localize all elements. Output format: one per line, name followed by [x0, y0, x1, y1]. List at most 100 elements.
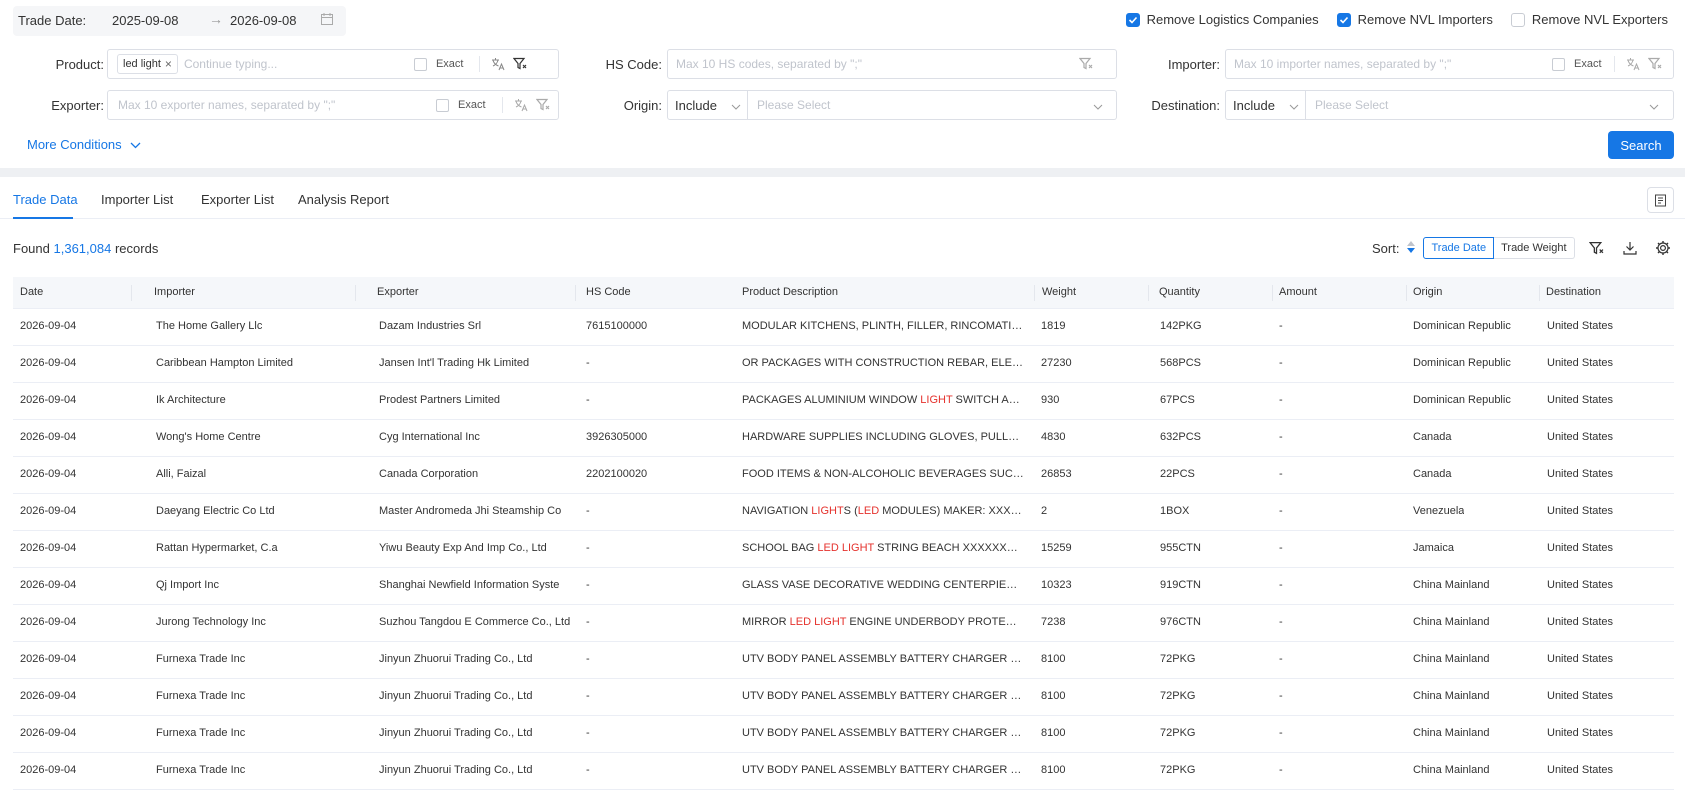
column-header-weight[interactable]: Weight — [1042, 286, 1076, 298]
remove-logistics-checkbox[interactable]: Remove Logistics Companies — [1125, 12, 1319, 27]
remove-nvl-importers-checkbox[interactable]: Remove NVL Importers — [1336, 12, 1493, 27]
cell-exporter[interactable]: Canada Corporation — [379, 468, 478, 480]
cell-importer[interactable]: Furnexa Trade Inc — [156, 690, 245, 702]
importer-input[interactable]: Max 10 importer names, separated by ";" — [1234, 57, 1552, 71]
column-header-destination[interactable]: Destination — [1546, 286, 1601, 298]
checkbox-unchecked-icon[interactable] — [413, 57, 427, 71]
translate-icon[interactable] — [1625, 56, 1641, 72]
bookmark-button[interactable] — [1647, 187, 1674, 213]
search-button[interactable]: Search — [1608, 131, 1674, 159]
cell-importer[interactable]: Furnexa Trade Inc — [156, 727, 245, 739]
trade-date-range[interactable]: Trade Date: 2025-09-08 → 2026-09-08 — [13, 6, 346, 36]
filter-settings-icon[interactable] — [1078, 56, 1094, 72]
product-input[interactable]: Continue typing... — [184, 57, 414, 71]
table-row[interactable]: 2026-09-04 Qj Import Inc Shanghai Newfield… — [13, 568, 1674, 605]
cell-destination: United States — [1547, 579, 1614, 591]
cell-importer[interactable]: Furnexa Trade Inc — [156, 653, 245, 665]
origin-mode-select[interactable]: Include — [667, 90, 748, 120]
table-row[interactable]: 2026-09-04 Furnexa Trade Inc Jinyun Zhuoru… — [13, 642, 1674, 679]
cell-exporter[interactable]: Prodest Partners Limited — [379, 394, 500, 406]
trade-date-to[interactable]: 2026-09-08 — [230, 13, 297, 28]
cell-importer[interactable]: Wong's Home Centre — [156, 431, 261, 443]
table-row[interactable]: 2026-09-04 Caribbean Hampton Limited Janse… — [13, 346, 1674, 383]
column-header-importer[interactable]: Importer — [154, 286, 195, 298]
filter-settings-icon[interactable] — [1587, 239, 1605, 257]
table-row[interactable]: 2026-09-04 Daeyang Electric Co Ltd Master … — [13, 494, 1674, 531]
filter-settings-icon[interactable] — [535, 97, 551, 113]
sort-trade-weight-button[interactable]: Trade Weight — [1494, 237, 1575, 259]
translate-icon[interactable] — [490, 56, 506, 72]
download-icon[interactable] — [1621, 239, 1639, 257]
destination-mode-select[interactable]: Include — [1225, 90, 1306, 120]
cell-importer[interactable]: The Home Gallery Llc — [156, 320, 262, 332]
cell-exporter[interactable]: Jansen Int'l Trading Hk Limited — [379, 357, 529, 369]
cell-importer[interactable]: Alli, Faizal — [156, 468, 206, 480]
sort-order-icon[interactable] — [1407, 240, 1416, 256]
checkbox-checked-icon[interactable] — [1336, 12, 1351, 27]
tab-exporter-list[interactable]: Exporter List — [201, 192, 274, 207]
column-header-amount[interactable]: Amount — [1279, 286, 1317, 298]
tab-analysis-report[interactable]: Analysis Report — [298, 192, 389, 207]
column-header-quantity[interactable]: Quantity — [1159, 286, 1200, 298]
filter-settings-icon[interactable] — [1647, 56, 1663, 72]
table-row[interactable]: 2026-09-04 The Home Gallery Llc Dazam Indu… — [13, 309, 1674, 346]
table-row[interactable]: 2026-09-04 Wong's Home Centre Cyg Internat… — [13, 420, 1674, 457]
tag-close-icon[interactable]: × — [165, 57, 172, 71]
remove-nvl-exporters-checkbox[interactable]: Remove NVL Exporters — [1510, 12, 1668, 27]
checkbox-unchecked-icon[interactable] — [436, 98, 449, 112]
cell-importer[interactable]: Jurong Technology Inc — [156, 616, 266, 628]
hs-code-field[interactable]: Max 10 HS codes, separated by ";" — [667, 49, 1117, 79]
cell-exporter[interactable]: Shanghai Newfield Information Syste — [379, 579, 559, 591]
cell-exporter[interactable]: Yiwu Beauty Exp And Imp Co., Ltd — [379, 542, 547, 554]
cell-importer[interactable]: Furnexa Trade Inc — [156, 764, 245, 776]
cell-importer[interactable]: Daeyang Electric Co Ltd — [156, 505, 275, 517]
checkbox-checked-icon[interactable] — [1125, 12, 1140, 27]
cell-exporter[interactable]: Dazam Industries Srl — [379, 320, 481, 332]
product-tag[interactable]: led light × — [117, 54, 178, 74]
cell-exporter[interactable]: Master Andromeda Jhi Steamship Co — [379, 505, 561, 517]
cell-exporter[interactable]: Jinyun Zhuorui Trading Co., Ltd — [379, 690, 532, 702]
hs-code-input[interactable]: Max 10 HS codes, separated by ";" — [676, 57, 1074, 71]
column-header-date[interactable]: Date — [20, 286, 43, 298]
table-row[interactable]: 2026-09-04 Ik Architecture Prodest Partner… — [13, 383, 1674, 420]
cell-exporter[interactable]: Jinyun Zhuorui Trading Co., Ltd — [379, 727, 532, 739]
exporter-field[interactable]: Max 10 exporter names, separated by ";" … — [107, 90, 559, 120]
column-header-hs-code[interactable]: HS Code — [586, 286, 631, 298]
product-exact-checkbox[interactable]: Exact — [413, 57, 463, 71]
more-conditions-link[interactable]: More Conditions — [27, 137, 141, 152]
product-field[interactable]: led light × Continue typing... Exact — [107, 49, 559, 79]
calendar-icon[interactable] — [321, 13, 333, 25]
importer-exact-checkbox[interactable]: Exact — [1552, 57, 1602, 71]
cell-importer[interactable]: Caribbean Hampton Limited — [156, 357, 293, 369]
exporter-exact-checkbox[interactable]: Exact — [436, 98, 486, 112]
cell-importer[interactable]: Qj Import Inc — [156, 579, 219, 591]
checkbox-unchecked-icon[interactable] — [1552, 57, 1565, 71]
tab-importer-list[interactable]: Importer List — [101, 192, 173, 207]
cell-exporter[interactable]: Jinyun Zhuorui Trading Co., Ltd — [379, 653, 532, 665]
cell-exporter[interactable]: Cyg International Inc — [379, 431, 480, 443]
translate-icon[interactable] — [513, 97, 529, 113]
tab-trade-data[interactable]: Trade Data — [13, 192, 78, 207]
cell-importer[interactable]: Rattan Hypermarket, C.a — [156, 542, 278, 554]
gear-icon[interactable] — [1654, 239, 1672, 257]
table-row[interactable]: 2026-09-04 Alli, Faizal Canada Corporation… — [13, 457, 1674, 494]
sort-trade-date-button[interactable]: Trade Date — [1423, 237, 1495, 259]
column-header-product-description[interactable]: Product Description — [742, 286, 838, 298]
table-row[interactable]: 2026-09-04 Furnexa Trade Inc Jinyun Zhuoru… — [13, 716, 1674, 753]
table-row[interactable]: 2026-09-04 Rattan Hypermarket, C.a Yiwu Be… — [13, 531, 1674, 568]
cell-importer[interactable]: Ik Architecture — [156, 394, 226, 406]
trade-date-from[interactable]: 2025-09-08 — [112, 13, 179, 28]
checkbox-unchecked-icon[interactable] — [1510, 12, 1525, 27]
column-header-exporter[interactable]: Exporter — [377, 286, 419, 298]
importer-field[interactable]: Max 10 importer names, separated by ";" … — [1225, 49, 1674, 79]
table-row[interactable]: 2026-09-04 Jurong Technology Inc Suzhou Ta… — [13, 605, 1674, 642]
table-row[interactable]: 2026-09-04 Furnexa Trade Inc Jinyun Zhuoru… — [13, 679, 1674, 716]
cell-exporter[interactable]: Jinyun Zhuorui Trading Co., Ltd — [379, 764, 532, 776]
exporter-input[interactable]: Max 10 exporter names, separated by ";" — [118, 98, 436, 112]
filter-settings-icon[interactable] — [512, 56, 528, 72]
column-header-origin[interactable]: Origin — [1413, 286, 1442, 298]
table-row[interactable]: 2026-09-04 Furnexa Trade Inc Jinyun Zhuoru… — [13, 753, 1674, 790]
origin-select[interactable]: Please Select — [748, 90, 1117, 120]
cell-exporter[interactable]: Suzhou Tangdou E Commerce Co., Ltd — [379, 616, 570, 628]
destination-select[interactable]: Please Select — [1306, 90, 1674, 120]
